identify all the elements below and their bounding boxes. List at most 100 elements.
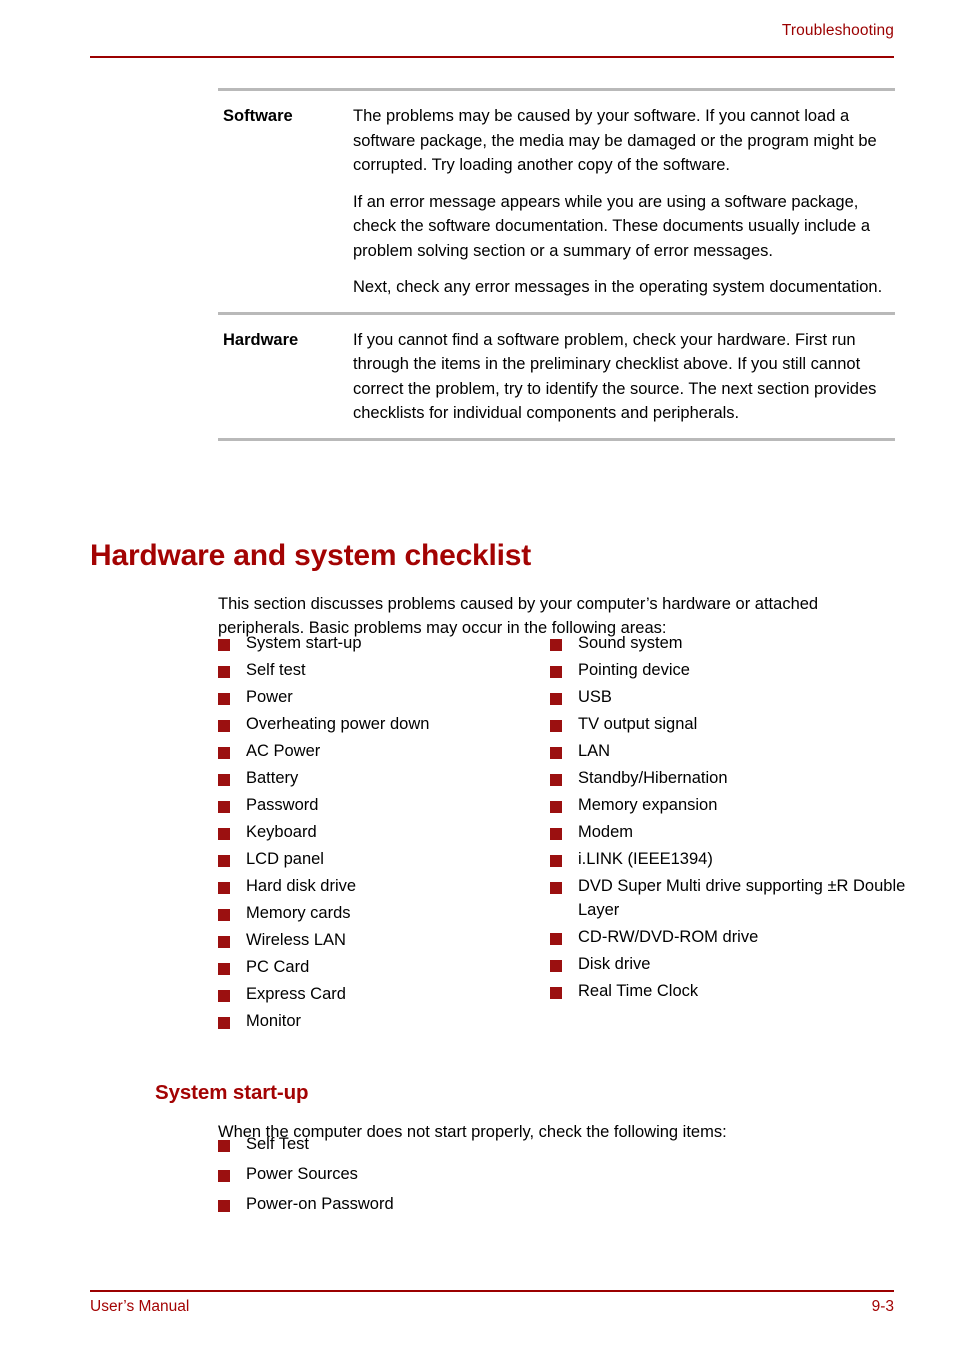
list-item-label: Self Test bbox=[246, 1135, 309, 1153]
definition-description-hardware: If you cannot find a software problem, c… bbox=[353, 328, 895, 426]
definition-table: Software The problems may be caused by y… bbox=[218, 88, 895, 441]
square-bullet-icon bbox=[218, 828, 230, 840]
list-item-label: Power Sources bbox=[246, 1165, 358, 1183]
square-bullet-icon bbox=[550, 959, 562, 972]
list-item-label: LAN bbox=[578, 742, 611, 760]
list-item-label: LCD panel bbox=[246, 850, 324, 868]
list-item: Real Time Clock bbox=[550, 980, 910, 1004]
square-bullet-icon bbox=[218, 1170, 230, 1182]
list-item-label: Password bbox=[246, 796, 319, 814]
list-item: Power-on Password bbox=[218, 1193, 718, 1217]
subsection-checklist: Self Test Power Sources Power-on Passwor… bbox=[218, 1133, 718, 1223]
square-bullet-icon bbox=[550, 855, 562, 867]
list-item: LCD panel bbox=[218, 848, 548, 872]
header-title: Troubleshooting bbox=[781, 22, 894, 39]
list-item: Overheating power down bbox=[218, 713, 548, 737]
square-bullet-icon bbox=[550, 801, 562, 813]
square-bullet-icon bbox=[218, 990, 230, 1002]
list-item: Hard disk drive bbox=[218, 875, 548, 899]
square-bullet-icon bbox=[550, 774, 562, 786]
square-bullet-icon bbox=[550, 882, 562, 894]
list-item: USB bbox=[550, 686, 910, 710]
paragraph: If an error message appears while you ar… bbox=[353, 192, 870, 260]
subsection-heading: System start-up bbox=[155, 1081, 309, 1104]
footer-content: User’s Manual 9-3 bbox=[90, 1297, 894, 1316]
checklist-column-right: Sound system Pointing device USB TV outp… bbox=[550, 632, 910, 1007]
square-bullet-icon bbox=[218, 666, 230, 678]
checklist-column-left: System start-up Self test Power Overheat… bbox=[218, 632, 548, 1037]
table-row: Software The problems may be caused by y… bbox=[218, 91, 895, 312]
square-bullet-icon bbox=[218, 639, 230, 651]
square-bullet-icon bbox=[550, 828, 562, 840]
list-item-label: Memory cards bbox=[246, 904, 351, 922]
square-bullet-icon bbox=[218, 855, 230, 867]
list-item: Battery bbox=[218, 767, 548, 791]
list-item: System start-up bbox=[218, 632, 548, 656]
list-item-label: Keyboard bbox=[246, 823, 317, 841]
list-item-label: Hard disk drive bbox=[246, 877, 357, 895]
square-bullet-icon bbox=[218, 936, 230, 948]
list-item-label: Express Card bbox=[246, 985, 346, 1003]
list-item-label: System start-up bbox=[246, 634, 362, 652]
list-item: Power bbox=[218, 686, 548, 710]
page-header: Troubleshooting bbox=[90, 22, 894, 58]
square-bullet-icon bbox=[550, 720, 562, 732]
list-item-label: Battery bbox=[246, 769, 299, 787]
square-bullet-icon bbox=[550, 747, 562, 759]
list-item: Sound system bbox=[550, 632, 910, 656]
list-item-label: Power bbox=[246, 688, 293, 706]
list-item: CD-RW/DVD-ROM drive bbox=[550, 926, 910, 950]
list-item-label: Memory expansion bbox=[578, 796, 718, 814]
list-item-label: CD-RW/DVD-ROM drive bbox=[578, 927, 759, 946]
list-item: Memory expansion bbox=[550, 794, 910, 818]
definition-term-hardware: Hardware bbox=[223, 330, 299, 349]
list-item-label: Wireless LAN bbox=[246, 931, 346, 949]
footer-divider-rule bbox=[90, 1290, 894, 1292]
list-item-label: Pointing device bbox=[578, 661, 690, 679]
list-item-label: AC Power bbox=[246, 742, 321, 760]
page-footer: User’s Manual 9-3 bbox=[90, 1290, 894, 1324]
definition-description-software: The problems may be caused by your softw… bbox=[353, 104, 895, 300]
square-bullet-icon bbox=[550, 639, 562, 651]
list-item: Keyboard bbox=[218, 821, 548, 845]
square-bullet-icon bbox=[550, 666, 562, 678]
list-item: Standby/Hibernation bbox=[550, 767, 910, 791]
list-item: Self Test bbox=[218, 1133, 718, 1157]
list-item: Memory cards bbox=[218, 902, 548, 926]
list-item-label: Disk drive bbox=[578, 954, 651, 973]
list-item: PC Card bbox=[218, 956, 548, 980]
list-item-label: Overheating power down bbox=[246, 715, 430, 733]
list-item: Modem bbox=[550, 821, 910, 845]
list-item: Disk drive bbox=[550, 953, 910, 977]
list-item-label: DVD Super Multi drive supporting ±R Doub… bbox=[578, 877, 906, 919]
list-item-label: Power-on Password bbox=[246, 1195, 394, 1213]
square-bullet-icon bbox=[550, 693, 562, 705]
page-number: 9-3 bbox=[871, 1298, 894, 1315]
list-item-label: USB bbox=[578, 688, 612, 706]
list-item: Self test bbox=[218, 659, 548, 683]
list-item: Password bbox=[218, 794, 548, 818]
square-bullet-icon bbox=[218, 1017, 230, 1029]
paragraph: The problems may be caused by your softw… bbox=[353, 107, 877, 174]
table-bottom-rule bbox=[218, 437, 895, 441]
square-bullet-icon bbox=[218, 801, 230, 813]
list-item: TV output signal bbox=[550, 713, 910, 737]
list-item-label: Sound system bbox=[578, 634, 683, 652]
footer-document-title: User’s Manual bbox=[90, 1298, 190, 1315]
square-bullet-icon bbox=[218, 774, 230, 786]
header-divider-rule bbox=[90, 55, 894, 58]
list-item: Pointing device bbox=[550, 659, 910, 683]
table-row: Hardware If you cannot find a software p… bbox=[218, 315, 895, 438]
paragraph: If you cannot find a software problem, c… bbox=[353, 330, 877, 423]
square-bullet-icon bbox=[218, 1140, 230, 1152]
square-bullet-icon bbox=[218, 909, 230, 921]
list-item: LAN bbox=[550, 740, 910, 764]
list-item-label: i.LINK (IEEE1394) bbox=[578, 850, 713, 868]
square-bullet-icon bbox=[218, 747, 230, 759]
list-item: i.LINK (IEEE1394) bbox=[550, 848, 910, 872]
definition-term-software: Software bbox=[223, 107, 293, 125]
list-item: Wireless LAN bbox=[218, 929, 548, 953]
square-bullet-icon bbox=[218, 693, 230, 705]
list-item: DVD Super Multi drive supporting ±R Doub… bbox=[550, 875, 910, 922]
square-bullet-icon bbox=[218, 1200, 230, 1212]
